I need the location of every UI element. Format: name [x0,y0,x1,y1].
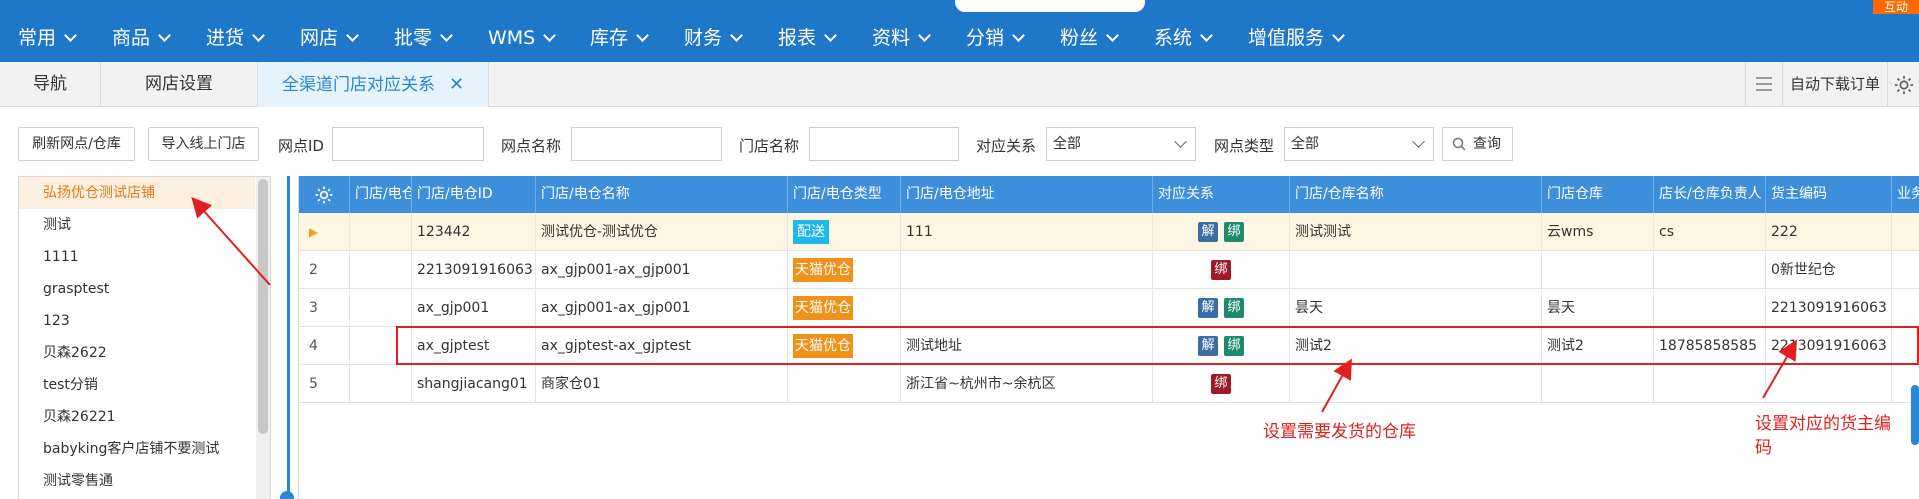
annotation-owner-note-cont: 码 [1755,438,1772,458]
app-root: 互动 常用 商品 进货 网店 批零 WMS 库存 财务 报表 资料 分销 粉丝 … [0,0,1919,499]
arrow-to-owner-code [1762,339,1798,399]
annotation-owner-note: 设置对应的货主编 [1755,414,1891,434]
annotation-arrows [191,197,1798,413]
arrow-to-warehouse [1321,358,1352,413]
arrow-to-selected-store [191,197,271,286]
annotation-warehouse-note: 设置需要发货的仓库 [1263,422,1416,442]
